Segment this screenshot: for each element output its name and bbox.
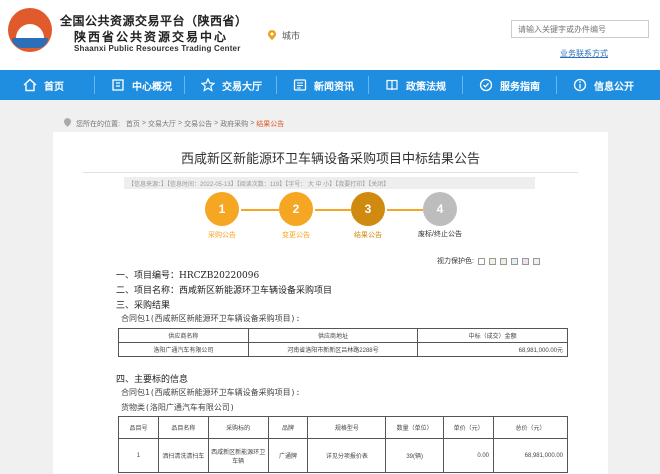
table-header: 采购标的: [207, 416, 269, 439]
section-procurement-result: 三、采购结果: [116, 301, 171, 311]
nav-label: 中心概况: [132, 81, 172, 93]
nav-item-home[interactable]: 首页: [22, 70, 64, 100]
table-cell: 0.00: [443, 438, 495, 473]
table-header: 单价（元）: [443, 416, 495, 439]
step-connector: [387, 209, 423, 211]
site-header: 全国公共资源交易平台（陕西省） 陕西省公共资源交易中心 Shaanxi Publ…: [0, 0, 660, 70]
nav-label: 政策法规: [406, 81, 446, 93]
title-divider: [83, 172, 578, 173]
table-cell: 西咸新区新能源环卫车辆: [207, 438, 269, 473]
service-icon: [478, 77, 494, 93]
eye-care-label: 视力保护色:: [437, 258, 474, 265]
step-1-label: 采购公告: [208, 232, 236, 239]
breadcrumb-item-trading-hall[interactable]: 交易大厅: [148, 119, 176, 129]
table-header: 总价（元）: [493, 416, 568, 439]
color-swatch[interactable]: [510, 257, 518, 265]
table-cell: 68,981,000.00元: [417, 342, 568, 357]
breadcrumb-current: 结果公告: [256, 120, 285, 128]
site-logo[interactable]: [8, 8, 52, 52]
site-title-en: Shaanxi Public Resources Trading Center: [74, 44, 241, 53]
step-connector: [315, 209, 351, 211]
color-swatch[interactable]: [499, 257, 507, 265]
step-2-label: 变更公告: [282, 232, 310, 239]
table-header: 规格型号: [307, 416, 387, 439]
result-table: 供应商名称 供应商地址 中标（成交）金额 洛阳广通汽车有限公司 河南省洛阳市新新…: [118, 328, 568, 357]
star-icon: [200, 77, 216, 93]
table-cell: 河南省洛阳市新新区吕林路2288号: [247, 342, 419, 357]
table-row: 1 洒扫清洗清扫车 西咸新区新能源环卫车辆 广通牌 详见分项报价表 39(辆) …: [118, 438, 568, 473]
contract-package-label: 合同包1(西咸新区新能源环卫车辆设备采购项目):: [121, 314, 301, 323]
step-3-label: 结果公告: [354, 232, 382, 239]
table-cell: 详见分项报价表: [307, 438, 387, 473]
contract-package-label: 合同包1(西咸新区新能源环卫车辆设备采购项目):: [121, 388, 301, 397]
nav-item-center-overview[interactable]: 中心概况: [110, 70, 172, 100]
table-cell: 68,981,000.00: [493, 438, 568, 473]
info-icon: [572, 77, 588, 93]
table-header: 数量（单位）: [385, 416, 445, 439]
step-4-label: 废标/终止公告: [418, 231, 462, 238]
step-3-circle[interactable]: 3: [351, 192, 385, 226]
eye-care-color-picker: 视力保护色:: [437, 256, 540, 266]
table-cell: 39(辆): [385, 438, 445, 473]
home-icon: [22, 77, 38, 93]
nav-item-policies[interactable]: 政策法规: [384, 70, 446, 100]
building-icon: [110, 77, 126, 93]
color-swatch[interactable]: [521, 257, 529, 265]
table-header: 品牌: [267, 416, 309, 439]
nav-label: 信息公开: [594, 81, 634, 93]
step-connector: [241, 209, 279, 211]
table-cell: 1: [118, 438, 159, 473]
site-title-cn-sub: 陕西省公共资源交易中心: [74, 30, 229, 44]
city-selector[interactable]: 城市: [282, 29, 300, 42]
main-nav: 首页 中心概况 交易大厅 新闻资讯 政策法规 服务指南 信息公开: [0, 70, 660, 100]
color-swatch[interactable]: [477, 257, 485, 265]
table-cell: 洒扫清洗清扫车: [157, 438, 209, 473]
table-header: 品目号: [118, 416, 159, 439]
color-swatch[interactable]: [532, 257, 540, 265]
table-row: 洛阳广通汽车有限公司 河南省洛阳市新新区吕林路2288号 68,981,000.…: [118, 342, 568, 357]
nav-item-trading-hall[interactable]: 交易大厅: [200, 70, 262, 100]
table-header: 中标（成交）金额: [417, 328, 568, 343]
color-swatch[interactable]: [488, 257, 496, 265]
location-icon: [64, 118, 71, 129]
nav-label: 首页: [44, 81, 64, 93]
site-title-cn: 全国公共资源交易平台（陕西省）: [60, 14, 248, 28]
article-meta: 【信息来源：】【信息时间：2022-05-13】【阅读次数：119】【字号： 大…: [124, 177, 535, 189]
step-4-circle[interactable]: 4: [423, 192, 457, 226]
search-input[interactable]: [511, 20, 649, 38]
items-table: 品目号 品目名称 采购标的 品牌 规格型号 数量（单位） 单价（元） 总价（元）…: [118, 416, 568, 473]
nav-item-news[interactable]: 新闻资讯: [292, 70, 354, 100]
progress-steps: 1 2 3 4 采购公告 变更公告 结果公告 废标/终止公告: [53, 192, 608, 252]
nav-item-info-disclosure[interactable]: 信息公开: [572, 70, 634, 100]
step-2-circle[interactable]: 2: [279, 192, 313, 226]
breadcrumb-item-gov-procurement[interactable]: 政府采购: [220, 119, 248, 129]
section-project-number: 一、项目编号：HRCZB20220096: [116, 271, 260, 281]
breadcrumb-item-home[interactable]: 首页: [126, 119, 140, 129]
table-header: 供应商名称: [118, 328, 249, 343]
section-main-items: 四、主要标的信息: [116, 375, 189, 385]
nav-label: 服务指南: [500, 81, 540, 93]
business-contact-link[interactable]: 业务联系方式: [560, 48, 608, 59]
step-1-circle[interactable]: 1: [205, 192, 239, 226]
breadcrumb: 您所在的位置: 首页 > 交易大厅 > 交易公告 > 政府采购 > 结果公告: [64, 118, 284, 129]
location-pin-icon: [268, 30, 276, 40]
article-panel: 西咸新区新能源环卫车辆设备采购项目中标结果公告 【信息来源：】【信息时间：202…: [53, 132, 608, 474]
table-cell: 洛阳广通汽车有限公司: [118, 342, 249, 357]
breadcrumb-item-trading-notice[interactable]: 交易公告: [184, 119, 212, 129]
table-header: 品目名称: [157, 416, 209, 439]
page-title: 西咸新区新能源环卫车辆设备采购项目中标结果公告: [180, 151, 480, 166]
table-cell: 广通牌: [267, 438, 309, 473]
book-icon: [384, 77, 400, 93]
goods-category-label: 货物类(洛阳广通汽车有限公司): [121, 403, 235, 412]
breadcrumb-prefix: 您所在的位置:: [76, 120, 120, 128]
nav-label: 交易大厅: [222, 81, 262, 93]
table-header: 供应商地址: [247, 328, 419, 343]
section-project-name: 二、项目名称：西咸新区新能源环卫车辆设备采购项目: [116, 286, 333, 296]
nav-label: 新闻资讯: [314, 81, 354, 93]
nav-item-service-guide[interactable]: 服务指南: [478, 70, 540, 100]
newspaper-icon: [292, 77, 308, 93]
